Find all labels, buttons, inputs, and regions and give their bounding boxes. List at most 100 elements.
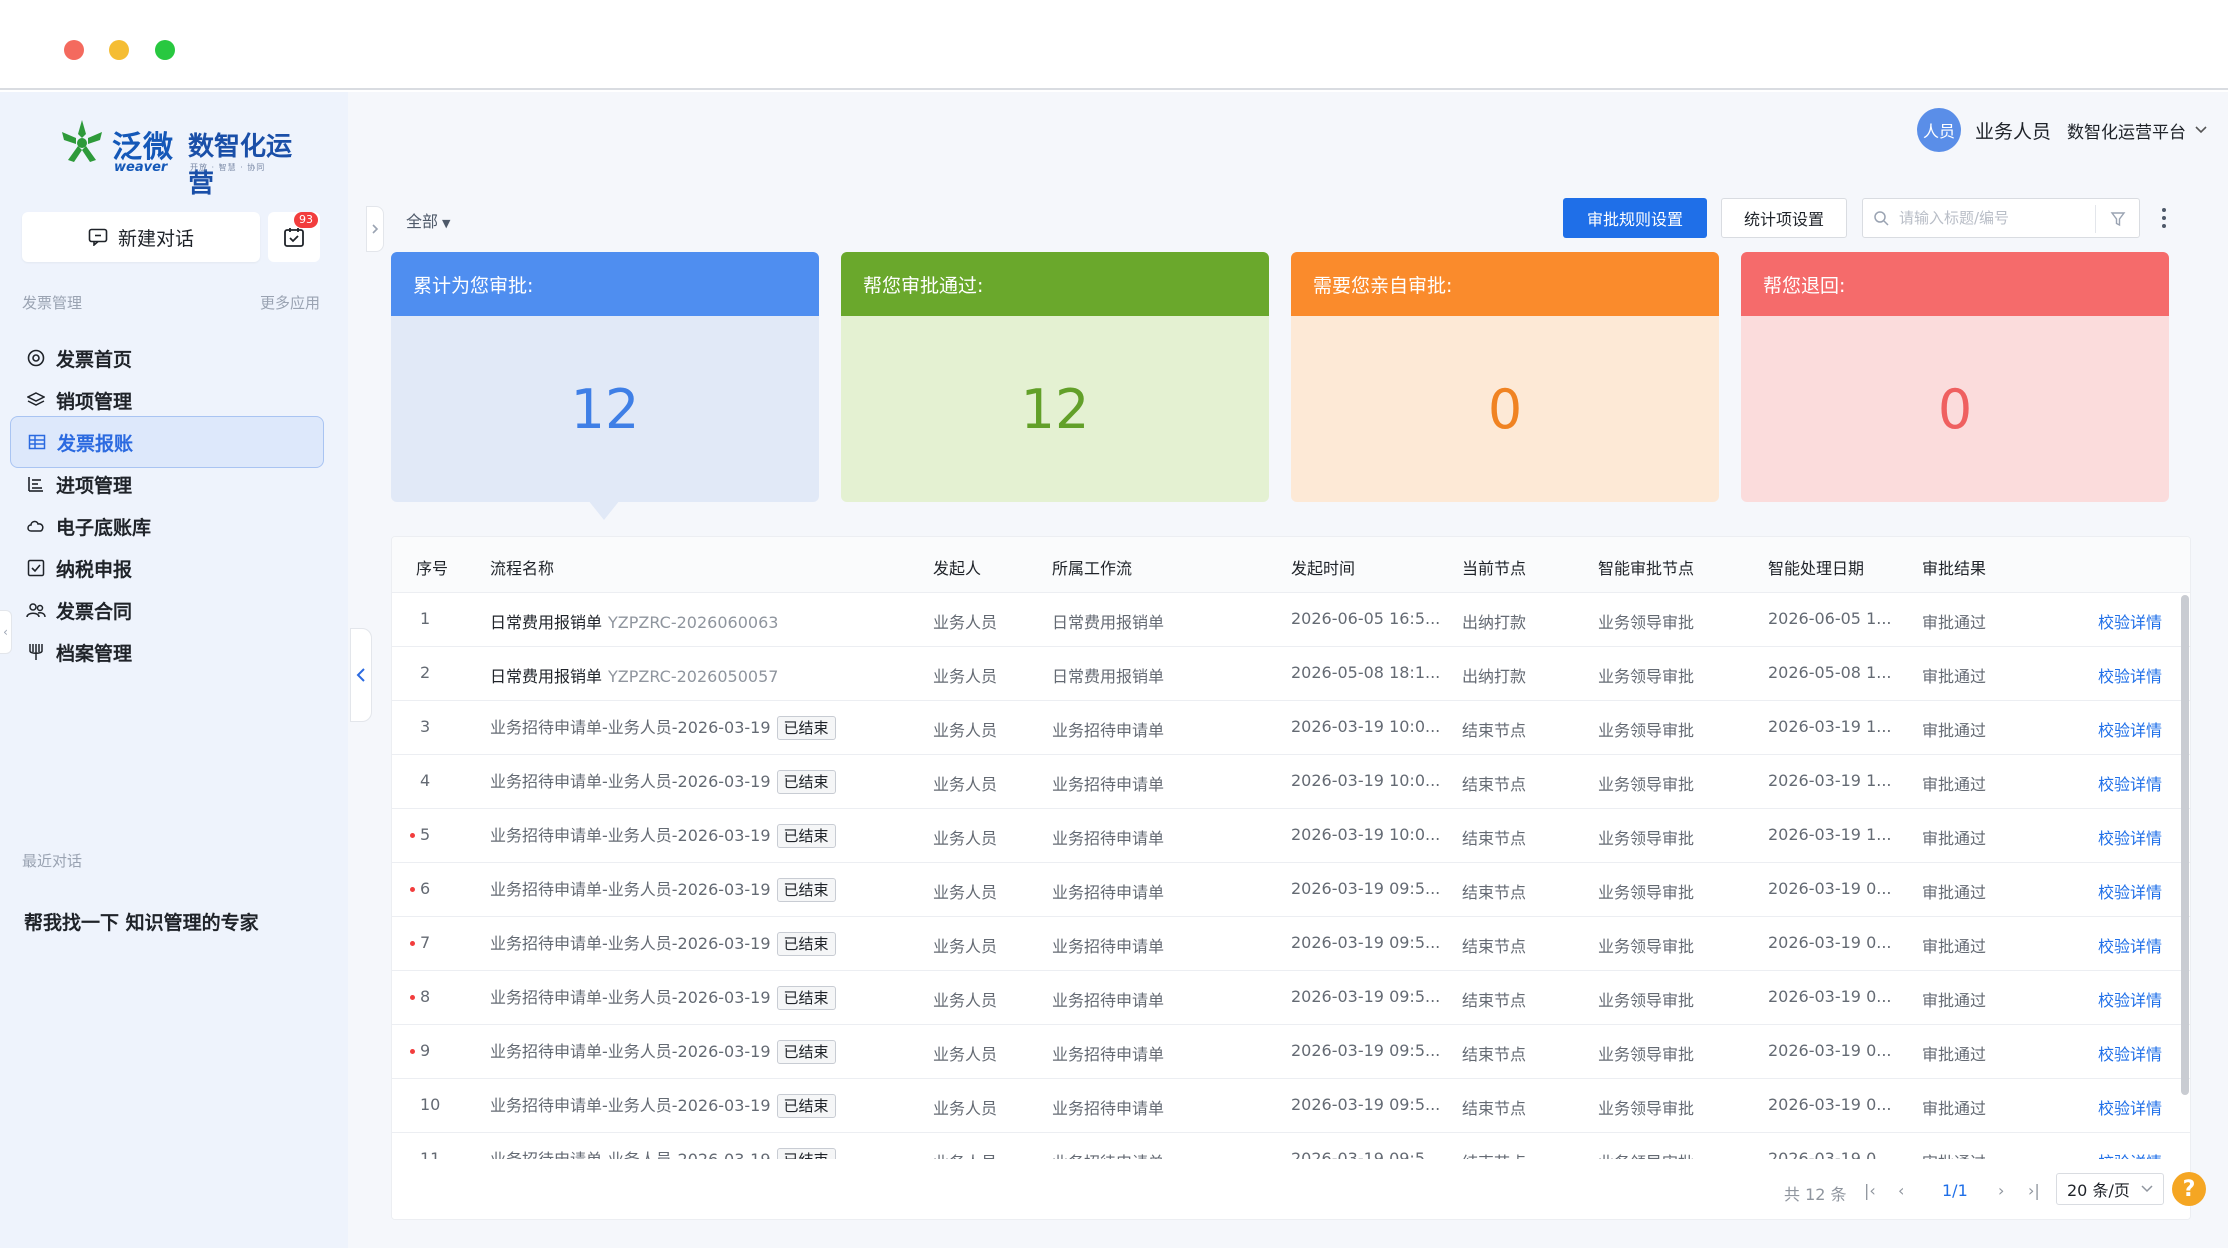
app-logo[interactable]: 泛微 weaver 数智化运营 开放 · 智慧 · 协同: [56, 116, 296, 199]
stat-card-returned[interactable]: 帮您退回: 0: [1741, 252, 2169, 502]
expand-panel-button[interactable]: [366, 206, 384, 252]
user-name: 业务人员: [1974, 120, 2051, 143]
nav-item-archives[interactable]: 档案管理: [10, 626, 324, 678]
process-name: 业务招待申请单-业务人员-2026-03-19: [490, 988, 771, 1007]
at-icon: [26, 348, 46, 368]
window-minimize-button[interactable]: [109, 40, 129, 60]
table-row[interactable]: 2 业务人员 日常费用报销单 2026-05-08 18:1... 出纳打款 业务领导审批…: [392, 647, 2190, 701]
chevron-right-icon: [372, 224, 379, 234]
page-size-select[interactable]: 20 条/页: [2056, 1173, 2164, 1205]
cell-process-name[interactable]: 业务招待申请单-业务人员-2026-03-19 已结束: [490, 822, 836, 848]
verify-details-link[interactable]: 校验详情: [2098, 879, 2162, 903]
stat-card-total[interactable]: 累计为您审批: 12: [391, 252, 819, 502]
more-options-icon[interactable]: [2156, 204, 2172, 232]
verify-details-link[interactable]: 校验详情: [2098, 825, 2162, 849]
chevron-down-icon: [2195, 126, 2207, 134]
verify-details-link[interactable]: 校验详情: [2098, 771, 2162, 795]
chevron-down-icon: [2141, 1185, 2153, 1193]
stat-label: 帮您审批通过:: [841, 252, 1269, 316]
status-badge: 已结束: [776, 1040, 836, 1064]
table-row[interactable]: 7 业务人员 业务招待申请单 2026-03-19 09:5... 结束节点 业务领导审批…: [392, 917, 2190, 971]
verify-details-link[interactable]: 校验详情: [2098, 717, 2162, 741]
cell-initiator: 业务人员: [933, 991, 998, 1010]
cell-no: 4: [420, 771, 431, 790]
sidebar-edge-toggle[interactable]: ‹: [0, 610, 12, 654]
verify-details-link[interactable]: 校验详情: [2098, 987, 2162, 1011]
first-page-icon[interactable]: |‹: [1864, 1181, 1876, 1200]
cell-ai-node: 业务领导审批: [1598, 937, 1695, 956]
status-badge: 已结束: [776, 878, 836, 902]
cell-process-name[interactable]: 业务招待申请单-业务人员-2026-03-19 已结束: [490, 930, 836, 956]
table-row[interactable]: 3 业务人员 业务招待申请单 2026-03-19 10:0... 结束节点 业务领导审批…: [392, 701, 2190, 755]
cell-ai-node: 业务领导审批: [1598, 1045, 1695, 1064]
cell-process-name[interactable]: 日常费用报销单 YZPZRC-2026050057: [490, 663, 778, 687]
window-close-button[interactable]: [64, 40, 84, 60]
cell-ai-date: 2026-03-19 0...: [1768, 1041, 1892, 1060]
unread-dot: [410, 1049, 415, 1054]
table-row[interactable]: 6 业务人员 业务招待申请单 2026-03-19 09:5... 结束节点 业务领导审批…: [392, 863, 2190, 917]
stat-card-pending[interactable]: 需要您亲自审批: 0: [1291, 252, 1719, 502]
verify-details-link[interactable]: 校验详情: [2098, 663, 2162, 687]
approval-rule-settings-button[interactable]: 审批规则设置: [1563, 198, 1707, 238]
cell-time: 2026-03-19 10:0...: [1291, 717, 1441, 736]
more-apps-link[interactable]: 更多应用: [260, 292, 320, 313]
table-row[interactable]: 10 业务人员 业务招待申请单 2026-03-19 09:5... 结束节点 业务领导审…: [392, 1079, 2190, 1133]
cell-node: 出纳打款: [1462, 613, 1527, 632]
cell-no: 5: [420, 825, 431, 844]
cell-process-name[interactable]: 业务招待申请单-业务人员-2026-03-19 已结束: [490, 876, 836, 902]
verify-details-link[interactable]: 校验详情: [2098, 609, 2162, 633]
collapse-sidebar-button[interactable]: [350, 628, 372, 722]
status-badge: 已结束: [776, 824, 836, 848]
table-row[interactable]: 8 业务人员 业务招待申请单 2026-03-19 09:5... 结束节点 业务领导审批…: [392, 971, 2190, 1025]
todo-button[interactable]: 93: [268, 212, 320, 262]
search-input[interactable]: [1899, 209, 2089, 227]
cell-process-name[interactable]: 业务招待申请单-业务人员-2026-03-19 已结束: [490, 768, 836, 794]
cell-process-name[interactable]: 业务招待申请单-业务人员-2026-03-19 已结束: [490, 984, 836, 1010]
cell-process-name[interactable]: 业务招待申请单-业务人员-2026-03-19 已结束: [490, 1092, 836, 1118]
help-button[interactable]: ?: [2172, 1172, 2206, 1206]
cell-process-name[interactable]: 日常费用报销单 YZPZRC-2026060063: [490, 609, 778, 633]
cell-ai-date: 2026-03-19 1...: [1768, 825, 1892, 844]
recent-chat-item[interactable]: 帮我找一下 知识管理的专家: [24, 908, 259, 935]
table-row[interactable]: 9 业务人员 业务招待申请单 2026-03-19 09:5... 结束节点 业务领导审批…: [392, 1025, 2190, 1079]
cell-process-name[interactable]: 业务招待申请单-业务人员-2026-03-19 已结束: [490, 1038, 836, 1064]
nav-label: 发票报账: [57, 432, 134, 455]
cell-result: 审批通过: [1922, 829, 1987, 848]
cell-ai-node: 业务领导审批: [1598, 775, 1695, 794]
stat-settings-button[interactable]: 统计项设置: [1721, 198, 1847, 238]
column-header: 发起人: [933, 559, 982, 578]
fork-icon: [26, 642, 46, 662]
people-icon: [26, 600, 46, 620]
search-box: [1862, 198, 2140, 238]
table-scrollbar[interactable]: [2181, 595, 2189, 1095]
table-header: 序号 流程名称 发起人 所属工作流 发起时间 当前节点 智能审批节点 智能处理日…: [392, 537, 2190, 593]
process-name: 业务招待申请单-业务人员-2026-03-19: [490, 1042, 771, 1061]
new-chat-button[interactable]: 新建对话: [22, 212, 260, 262]
weaver-logo-icon: [62, 120, 102, 162]
table-row[interactable]: 4 业务人员 业务招待申请单 2026-03-19 10:0... 结束节点 业务领导审批…: [392, 755, 2190, 809]
next-page-icon[interactable]: ›: [1998, 1181, 2004, 1200]
nav-label: 发票合同: [56, 600, 133, 623]
table-row[interactable]: 5 业务人员 业务招待申请单 2026-03-19 10:0... 结束节点 业务领导审批…: [392, 809, 2190, 863]
cell-time: 2026-03-19 10:0...: [1291, 771, 1441, 790]
cell-process-name[interactable]: 业务招待申请单-业务人员-2026-03-19 已结束: [490, 714, 836, 740]
cell-result: 审批通过: [1922, 1045, 1987, 1064]
verify-details-link[interactable]: 校验详情: [2098, 1095, 2162, 1119]
verify-details-link[interactable]: 校验详情: [2098, 1041, 2162, 1065]
cloud-icon: [26, 516, 46, 536]
cell-node: 结束节点: [1462, 1045, 1527, 1064]
column-header: 当前节点: [1462, 559, 1527, 578]
process-code: YZPZRC-2026050057: [608, 667, 779, 686]
verify-details-link[interactable]: 校验详情: [2098, 933, 2162, 957]
window-maximize-button[interactable]: [155, 40, 175, 60]
last-page-icon[interactable]: ›|: [2028, 1181, 2040, 1200]
user-menu[interactable]: 人员 业务人员 数智化运营平台: [1916, 108, 2208, 152]
total-count: 共 12 条: [1784, 1185, 1847, 1204]
stat-card-approved[interactable]: 帮您审批通过: 12: [841, 252, 1269, 502]
filter-icon[interactable]: [2095, 205, 2139, 233]
cell-no: 8: [420, 987, 431, 1006]
table-row[interactable]: 1 业务人员 日常费用报销单 2026-06-05 16:5... 出纳打款 业务领导审批…: [392, 593, 2190, 647]
prev-page-icon[interactable]: ‹: [1898, 1181, 1904, 1200]
column-header: 发起时间: [1291, 559, 1356, 578]
filter-dropdown[interactable]: 全部 ▼: [406, 208, 450, 232]
